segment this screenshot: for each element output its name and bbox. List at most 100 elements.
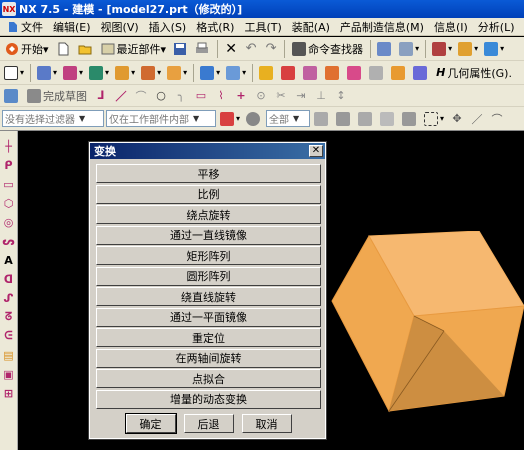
point-button[interactable]: + bbox=[232, 86, 250, 105]
mirror-icon[interactable]: ᘔ bbox=[2, 310, 16, 324]
dimension-button[interactable]: ↕ bbox=[332, 86, 350, 105]
save-button[interactable] bbox=[171, 39, 191, 58]
select-type-button[interactable]: ▾ bbox=[218, 109, 242, 128]
trim-icon[interactable]: ᕮ bbox=[2, 329, 16, 343]
color-button[interactable] bbox=[257, 63, 277, 82]
recent-parts-button[interactable]: 最近部件▾ bbox=[98, 39, 170, 58]
option-mirror-through-line-button[interactable]: 通过一直线镜像 bbox=[96, 225, 321, 245]
move-handle-button[interactable]: ✥ bbox=[448, 109, 466, 128]
option-rectangular-array-button[interactable]: 矩形阵列 bbox=[96, 246, 321, 265]
option-incremental-dynamic-button[interactable]: 增量的动态变换 bbox=[96, 389, 321, 409]
revolve-button[interactable]: ▾ bbox=[139, 63, 163, 82]
circle-icon[interactable]: ◎ bbox=[2, 215, 16, 229]
constraint-button[interactable]: ⊥ bbox=[312, 86, 330, 105]
extend-button[interactable]: ⇥ bbox=[292, 86, 310, 105]
snap3-button[interactable] bbox=[356, 109, 376, 128]
selection-filter-dropdown[interactable]: 没有选择过滤器 ▼ bbox=[2, 110, 104, 127]
new-file-button[interactable] bbox=[54, 39, 74, 58]
print-button[interactable] bbox=[193, 39, 213, 58]
geometry-properties-button[interactable]: H 几何属性(G). bbox=[433, 63, 515, 82]
polyline-button[interactable]: ⌇ bbox=[212, 86, 230, 105]
box-select-button[interactable]: ▾ bbox=[422, 109, 446, 128]
pencil-button[interactable] bbox=[375, 39, 395, 58]
sketch-button[interactable] bbox=[2, 86, 22, 105]
option-rotate-between-axes-button[interactable]: 在两轴间旋转 bbox=[96, 348, 321, 368]
menu-view[interactable]: 视图(V) bbox=[96, 18, 144, 36]
redo-button[interactable]: ↷ bbox=[262, 39, 280, 58]
finish-sketch-button[interactable]: 完成草图 bbox=[24, 86, 90, 105]
option-translate-button[interactable]: 平移 bbox=[96, 164, 321, 183]
layout-button[interactable]: ▾ bbox=[397, 39, 421, 58]
option-rotate-about-line-button[interactable]: 绕直线旋转 bbox=[96, 287, 321, 306]
extend-icon[interactable]: ▤ bbox=[2, 348, 16, 362]
arc-button[interactable]: ⌒ bbox=[132, 86, 150, 105]
orient-button[interactable]: ▾ bbox=[456, 39, 480, 58]
edge-button[interactable] bbox=[367, 63, 387, 82]
select-all-dropdown[interactable]: 全部 ▼ bbox=[266, 110, 311, 127]
circle-button[interactable]: ○ bbox=[152, 86, 170, 105]
start-button[interactable]: 开始▾ bbox=[2, 39, 52, 58]
offset-button[interactable]: ⊙ bbox=[252, 86, 270, 105]
extrude-button[interactable]: ▾ bbox=[113, 63, 137, 82]
snap5-button[interactable] bbox=[400, 109, 420, 128]
shade-button[interactable] bbox=[301, 63, 321, 82]
selection-scope-dropdown[interactable]: 仅在工作部件内部 ▼ bbox=[106, 110, 216, 127]
cube-model[interactable] bbox=[329, 231, 524, 421]
command-finder-button[interactable]: 命令查找器 bbox=[289, 39, 366, 58]
sketch-feature-button[interactable]: ▾ bbox=[61, 63, 85, 82]
snap2-button[interactable] bbox=[334, 109, 354, 128]
constraint-icon[interactable]: ▣ bbox=[2, 367, 16, 381]
menu-analysis[interactable]: 分析(L) bbox=[473, 18, 520, 36]
body-button[interactable] bbox=[389, 63, 409, 82]
ok-button[interactable]: 确定 bbox=[124, 413, 177, 434]
cancel-button[interactable]: 取消 bbox=[241, 414, 292, 433]
polygon-icon[interactable]: ⬡ bbox=[2, 196, 16, 210]
snap4-button[interactable] bbox=[378, 109, 398, 128]
face-button[interactable] bbox=[345, 63, 365, 82]
line-icon[interactable]: ┼ bbox=[2, 139, 16, 153]
delete-button[interactable]: ✕ bbox=[222, 39, 240, 58]
menu-information[interactable]: 信息(I) bbox=[429, 18, 473, 36]
curve-button[interactable]: ▾ bbox=[198, 63, 222, 82]
offset-icon[interactable]: ᗡ bbox=[2, 272, 16, 286]
menu-insert[interactable]: 插入(S) bbox=[144, 18, 192, 36]
highlight-button[interactable] bbox=[323, 63, 343, 82]
back-button[interactable]: 后退 bbox=[183, 414, 234, 433]
menu-file[interactable]: 文件 bbox=[2, 18, 48, 36]
surface-button[interactable]: ▾ bbox=[224, 63, 248, 82]
arc-icon[interactable]: ᑭ bbox=[2, 158, 16, 172]
line-select-button[interactable]: ／ bbox=[468, 109, 486, 128]
arc-select-button[interactable]: ⌒ bbox=[488, 109, 506, 128]
option-point-fit-button[interactable]: 点拟合 bbox=[96, 369, 321, 388]
edit-color-button[interactable] bbox=[279, 63, 299, 82]
rect-select-button[interactable]: ▾ bbox=[2, 63, 26, 82]
menu-assembly[interactable]: 装配(A) bbox=[287, 18, 335, 36]
menu-edit[interactable]: 编辑(E) bbox=[48, 18, 96, 36]
undo-button[interactable]: ↶ bbox=[242, 39, 260, 58]
option-reposition-button[interactable]: 重定位 bbox=[96, 328, 321, 347]
option-rotate-about-point-button[interactable]: 绕点旋转 bbox=[96, 205, 321, 224]
render-button[interactable]: ▾ bbox=[482, 39, 506, 58]
pattern-icon[interactable]: ᔑ bbox=[2, 291, 16, 305]
menu-tools[interactable]: 工具(T) bbox=[239, 18, 286, 36]
select-sphere-button[interactable] bbox=[244, 109, 264, 128]
zoom-button[interactable] bbox=[411, 63, 431, 82]
open-file-button[interactable] bbox=[76, 39, 96, 58]
line-button[interactable]: ／ bbox=[112, 86, 130, 105]
trim-button[interactable]: ✂ bbox=[272, 86, 290, 105]
datum-button[interactable]: ▾ bbox=[87, 63, 111, 82]
menu-preferences[interactable]: 首选 bbox=[520, 18, 524, 36]
spline-icon[interactable]: ᔕ bbox=[2, 234, 16, 248]
rectangle-icon[interactable]: ▭ bbox=[2, 177, 16, 191]
dimension-icon[interactable]: ⊞ bbox=[2, 386, 16, 400]
rectangle-button[interactable]: ▭ bbox=[192, 86, 210, 105]
view-button[interactable]: ▾ bbox=[430, 39, 454, 58]
option-mirror-through-plane-button[interactable]: 通过一平面镜像 bbox=[96, 307, 321, 327]
block-button[interactable]: ▾ bbox=[165, 63, 189, 82]
snap-button[interactable] bbox=[312, 109, 332, 128]
menu-format[interactable]: 格式(R) bbox=[191, 18, 239, 36]
option-scale-button[interactable]: 比例 bbox=[96, 184, 321, 204]
menu-pmi[interactable]: 产品制造信息(M) bbox=[335, 18, 429, 36]
option-circular-array-button[interactable]: 圆形阵列 bbox=[96, 266, 321, 286]
sheet-button[interactable]: ▾ bbox=[35, 63, 59, 82]
